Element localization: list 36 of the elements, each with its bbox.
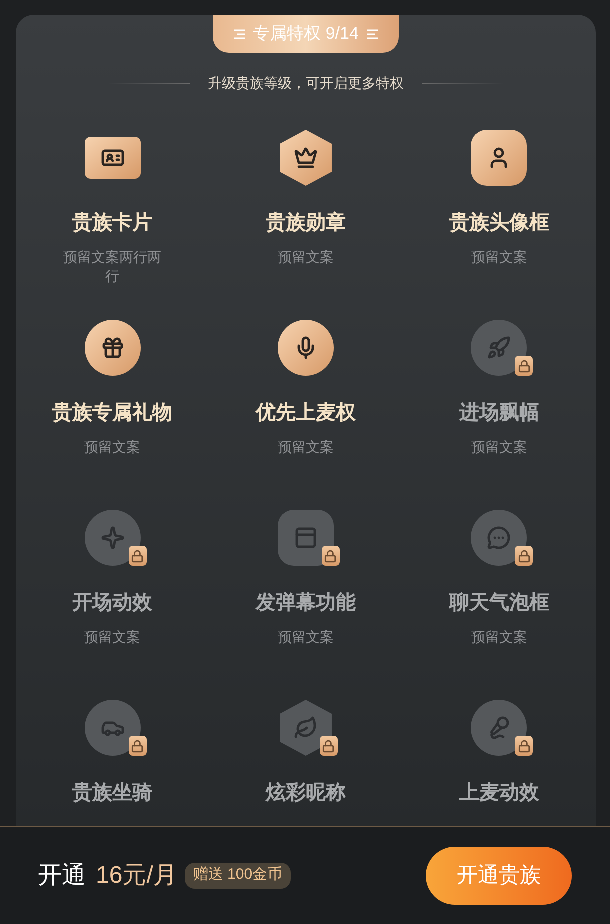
privilege-title: 进场飘幅 <box>459 401 540 426</box>
lock-icon <box>515 736 534 756</box>
lock-icon <box>320 736 338 756</box>
open-label: 开通 <box>38 860 86 890</box>
bonus-badge: 赠送 100金币 <box>185 862 291 888</box>
privilege-title: 上麦动效 <box>459 781 540 806</box>
privilege-title: 开场动效 <box>72 591 153 616</box>
privilege-title: 贵族头像框 <box>449 211 550 236</box>
privilege-description: 预留文案 <box>470 248 528 267</box>
header-title: 专属特权 9/14 <box>253 23 359 46</box>
privilege-title: 优先上麦权 <box>256 401 356 426</box>
lock-icon <box>515 546 534 566</box>
lines-icon <box>366 28 379 40</box>
privilege-description: 预留文案 <box>276 438 335 457</box>
privilege-description: 预留文案 <box>470 438 528 457</box>
lock-icon <box>128 736 147 756</box>
privilege-description: 预留文案 <box>470 628 528 647</box>
lines-icon <box>233 28 246 40</box>
privilege-title: 贵族勋章 <box>266 210 346 236</box>
lock-icon <box>515 356 534 376</box>
price: 16元/月 <box>96 860 178 890</box>
lock-icon <box>128 546 147 566</box>
privilege-description: 预留文案 <box>276 628 335 647</box>
privilege-title: 贵族卡片 <box>72 211 153 236</box>
privilege-description: 预留文案 <box>84 438 142 457</box>
open-noble-button[interactable]: 开通贵族 <box>426 846 572 904</box>
privilege-description: 预留文案 <box>84 628 142 647</box>
privilege-title: 发弹幕功能 <box>256 591 356 616</box>
privilege-description: 预留文案两行两行 <box>62 248 163 286</box>
privilege-title: 贵族专属礼物 <box>52 400 173 426</box>
lock-icon <box>322 546 340 566</box>
subtitle: 升级贵族等级，可开启更多特权 <box>208 74 404 93</box>
privilege-title: 聊天气泡框 <box>449 591 550 616</box>
privilege-title: 贵族坐骑 <box>72 781 153 806</box>
privilege-description: 预留文案 <box>276 248 335 267</box>
privilege-title: 炫彩昵称 <box>266 781 346 806</box>
